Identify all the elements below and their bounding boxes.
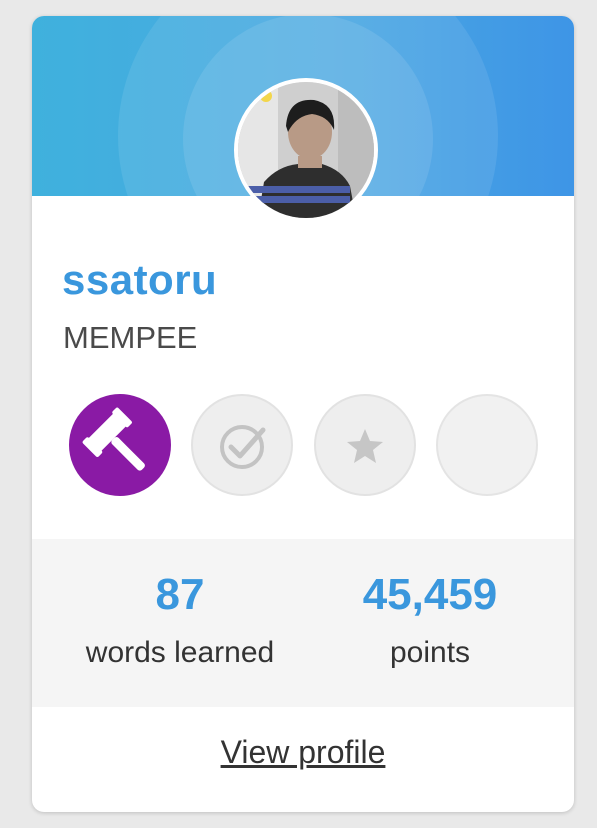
badge-gavel[interactable] [69, 394, 171, 496]
user-subtitle: MEMPEE [63, 320, 198, 355]
username[interactable]: ssatoru [62, 256, 217, 304]
profile-card: ssatoru MEMPEE 87 words learned 45,459 p… [32, 16, 574, 812]
badge-star[interactable] [314, 394, 416, 496]
points-count: 45,459 [362, 570, 498, 619]
words-learned-label: words learned [85, 636, 275, 669]
view-profile-link[interactable]: View profile [32, 734, 574, 771]
avatar-photo [238, 82, 374, 218]
points-label: points [389, 636, 471, 669]
badge-row [69, 394, 539, 498]
checkmark-icon [220, 425, 266, 469]
badge-check[interactable] [191, 394, 293, 496]
gavel-icon [82, 407, 145, 471]
stat-words: 87 words learned [60, 569, 300, 673]
words-learned-count: 87 [155, 570, 205, 619]
star-icon [347, 429, 383, 463]
badge-empty [436, 394, 538, 496]
avatar[interactable] [234, 78, 378, 222]
stats-panel: 87 words learned 45,459 points [32, 539, 574, 707]
stat-points: 45,459 points [310, 569, 550, 673]
